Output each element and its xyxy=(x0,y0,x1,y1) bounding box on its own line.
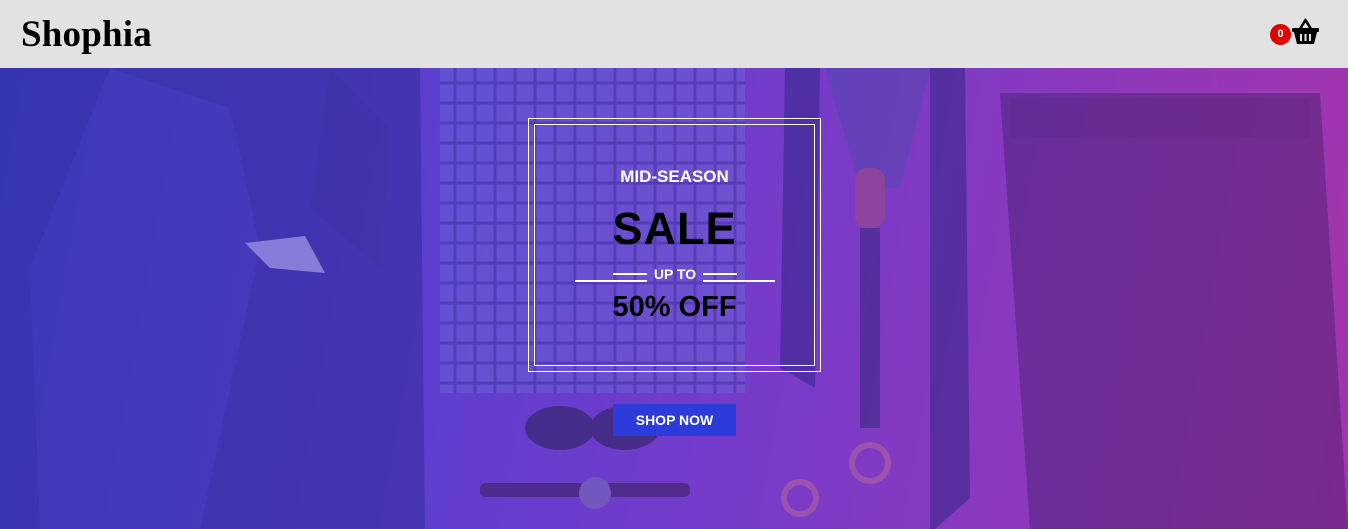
site-logo[interactable]: Shophia xyxy=(21,16,152,53)
shop-now-button[interactable]: SHOP NOW xyxy=(613,404,736,436)
sale-kicker: MID-SEASON xyxy=(620,167,729,186)
upto-label: UP TO xyxy=(653,266,697,282)
upto-row: UP TO xyxy=(575,265,775,285)
basket-icon xyxy=(1292,18,1319,44)
discount-text: 50% OFF xyxy=(612,291,737,323)
cart-button[interactable]: 0 xyxy=(1270,14,1320,54)
site-header: Shophia 0 xyxy=(0,0,1348,68)
sale-headline: SALE xyxy=(612,203,737,254)
sale-frame: MID-SEASON SALE UP TO 50% OFF xyxy=(528,118,821,372)
hero-banner: MID-SEASON SALE UP TO 50% OFF SHOP NOW xyxy=(0,68,1348,529)
cart-count-badge: 0 xyxy=(1270,24,1291,45)
